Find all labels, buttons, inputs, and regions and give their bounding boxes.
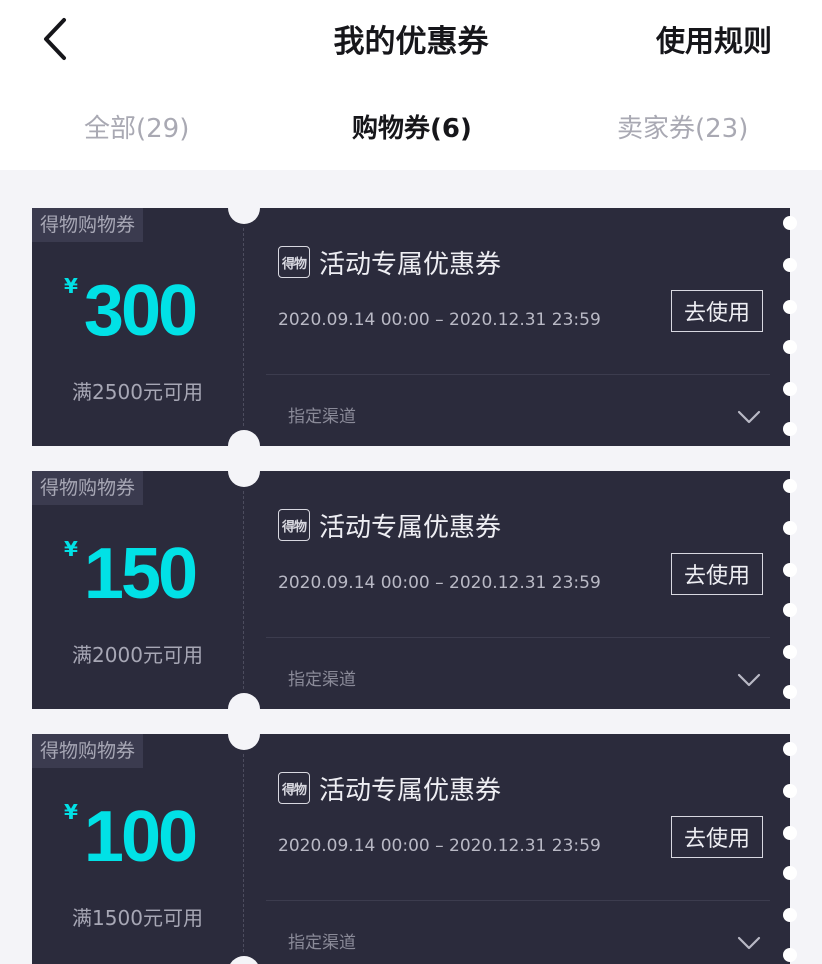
coupon-amount: 150	[83, 534, 198, 614]
chevron-down-icon	[737, 673, 761, 687]
dashed-divider	[243, 754, 244, 952]
channel-label: 指定渠道	[288, 670, 356, 690]
scallop-edge	[783, 742, 797, 756]
ticket-notch	[228, 956, 260, 964]
channel-label: 指定渠道	[288, 933, 356, 953]
scallop-edge	[783, 826, 797, 840]
use-coupon-button[interactable]: 去使用	[671, 290, 763, 332]
scallop-edge	[783, 216, 797, 230]
scallop-edge	[783, 645, 797, 659]
coupon-type-tag: 得物购物券	[32, 208, 144, 242]
coupon-type-tag: 得物购物券	[32, 471, 144, 505]
coupon-amount: 100	[83, 797, 198, 877]
coupon-title: 活动专属优惠券	[319, 776, 502, 806]
coupon-validity: 2020.09.14 00:00 – 2020.12.31 23:59	[278, 310, 601, 330]
coupon-validity: 2020.09.14 00:00 – 2020.12.31 23:59	[278, 573, 601, 593]
scallop-edge	[783, 685, 797, 699]
coupon-type-tag: 得物购物券	[32, 734, 144, 768]
coupon-condition: 满1500元可用	[72, 906, 203, 930]
card-separator	[266, 900, 770, 901]
scallop-edge	[783, 784, 797, 798]
usage-rules-link[interactable]: 使用规则	[656, 18, 772, 60]
use-coupon-button[interactable]: 去使用	[671, 553, 763, 595]
coupon-card: 得物购物券 ¥ 300 满2500元可用 得物 活动专属优惠券 2020.09.…	[32, 192, 797, 462]
dewu-logo-icon: 得物	[278, 246, 310, 278]
scallop-edge	[783, 340, 797, 354]
top-bar: 我的优惠券 使用规则 全部(29) 购物券(6) 卖家券(23)	[0, 0, 822, 170]
scallop-edge	[783, 479, 797, 493]
scallop-edge	[783, 866, 797, 880]
expand-button[interactable]	[736, 934, 762, 952]
ticket-notch	[228, 192, 260, 224]
coupon-card: 得物购物券 ¥ 100 满1500元可用 得物 活动专属优惠券 2020.09.…	[32, 718, 797, 964]
scallop-edge	[783, 563, 797, 577]
coupon-amount: 300	[83, 271, 198, 351]
chevron-down-icon	[737, 936, 761, 950]
ticket-notch	[228, 718, 260, 750]
coupon-card: 得物购物券 ¥ 150 满2000元可用 得物 活动专属优惠券 2020.09.…	[32, 455, 797, 725]
scallop-edge	[783, 300, 797, 314]
dashed-divider	[243, 228, 244, 426]
tab-seller-coupons[interactable]: 卖家券(23)	[617, 108, 748, 145]
tab-all[interactable]: 全部(29)	[84, 108, 189, 145]
card-separator	[266, 637, 770, 638]
scallop-edge	[783, 382, 797, 396]
use-coupon-button[interactable]: 去使用	[671, 816, 763, 858]
coupon-title: 活动专属优惠券	[319, 250, 502, 280]
scallop-edge	[783, 422, 797, 436]
coupon-condition: 满2500元可用	[72, 380, 203, 404]
expand-button[interactable]	[736, 671, 762, 689]
scallop-edge	[783, 948, 797, 962]
scallop-edge	[783, 908, 797, 922]
card-separator	[266, 374, 770, 375]
coupon-condition: 满2000元可用	[72, 643, 203, 667]
chevron-down-icon	[737, 410, 761, 424]
dewu-logo-icon: 得物	[278, 772, 310, 804]
channel-label: 指定渠道	[288, 407, 356, 427]
dashed-divider	[243, 491, 244, 689]
scallop-edge	[783, 521, 797, 535]
ticket-notch	[228, 455, 260, 487]
scallop-edge	[783, 258, 797, 272]
coupon-validity: 2020.09.14 00:00 – 2020.12.31 23:59	[278, 836, 601, 856]
scallop-edge	[783, 603, 797, 617]
coupon-title: 活动专属优惠券	[319, 513, 502, 543]
tab-shopping-coupons[interactable]: 购物券(6)	[352, 108, 472, 145]
expand-button[interactable]	[736, 408, 762, 426]
dewu-logo-icon: 得物	[278, 509, 310, 541]
